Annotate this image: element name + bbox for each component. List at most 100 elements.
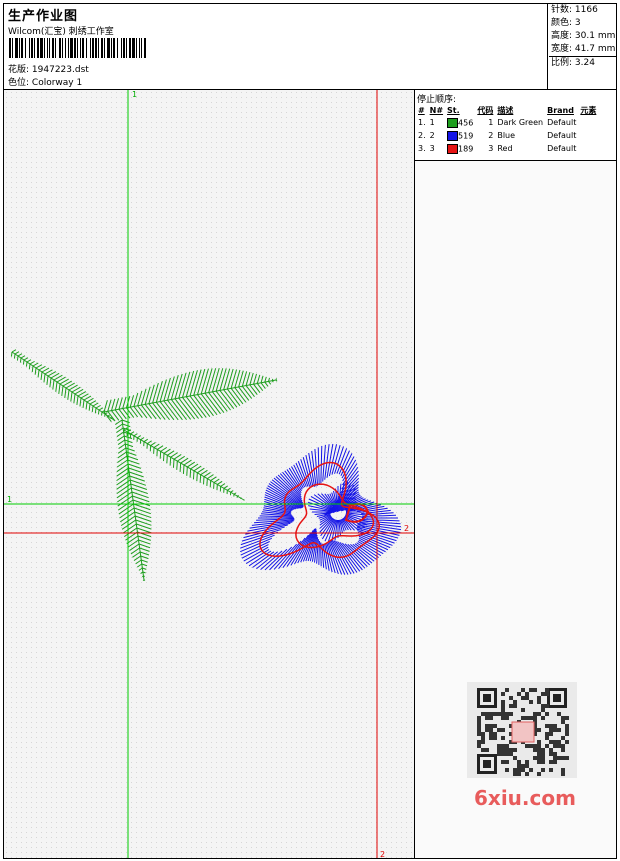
- color-swatch: [447, 117, 459, 128]
- leaf-stitch: [20, 355, 26, 359]
- qr-module: [513, 704, 517, 708]
- petal-stitch: [361, 518, 400, 522]
- qr-module: [541, 748, 545, 752]
- leaf-stitch: [79, 397, 82, 407]
- qr-module: [525, 696, 529, 700]
- leaf-stitch: [264, 376, 267, 383]
- leaf-stitch: [153, 443, 160, 448]
- leaf-stitch: [83, 395, 92, 401]
- qr-module: [525, 772, 529, 776]
- petal-stitch: [273, 477, 304, 504]
- stat-width: 宽度: 41.7 mm: [549, 43, 616, 57]
- leaf-stitch: [126, 455, 139, 461]
- qr-module: [505, 688, 509, 692]
- qr-module: [537, 772, 541, 776]
- leaf-stitch: [107, 414, 110, 417]
- leaf-stitch: [118, 443, 126, 450]
- leaf-stitch: [64, 387, 67, 399]
- qr-module: [493, 736, 497, 740]
- leaf-stitch: [190, 463, 199, 470]
- leaf-stitch: [86, 397, 94, 403]
- leaf-stitch: [114, 409, 123, 420]
- barcode-bar: [126, 38, 127, 58]
- barcode-bar: [70, 38, 73, 58]
- qr-module: [541, 708, 545, 712]
- leaf-stitch: [137, 435, 142, 439]
- leaf-stitch: [31, 365, 34, 373]
- qr-module: [509, 712, 513, 716]
- leaf-stitch: [245, 372, 251, 386]
- leaf-stitch: [116, 431, 124, 438]
- qr-module: [549, 752, 553, 756]
- leaf-stitch: [88, 403, 91, 411]
- barcode-bar: [47, 38, 48, 58]
- leaf-stitch: [121, 419, 130, 424]
- leaf-stitch: [142, 579, 145, 582]
- qr-module: [493, 732, 497, 736]
- qr-module: [485, 712, 489, 716]
- leaf-stitch: [271, 378, 274, 381]
- qr-module: [497, 748, 501, 752]
- barcode-icon: [9, 38, 146, 58]
- leaf-stitch: [173, 454, 182, 460]
- col-stitches: St.: [447, 105, 460, 115]
- company-name: Wilcom(汇宝) 刺绣工作室: [8, 27, 114, 37]
- leaf-stitch: [174, 373, 183, 399]
- row-code: 1: [488, 118, 494, 127]
- leaf-stitch: [140, 555, 149, 560]
- qr-module: [485, 716, 489, 720]
- leaf-stitch: [249, 372, 254, 386]
- leaf-stitch: [47, 371, 57, 377]
- col-brand: Brand: [547, 105, 574, 115]
- qr-module: [537, 756, 541, 760]
- leaf-stitch: [183, 459, 192, 466]
- leaf-stitch: [118, 397, 123, 410]
- petal-stitch: [241, 544, 269, 559]
- design-canvas: 1 1 2 2: [4, 90, 415, 858]
- qr-module: [549, 732, 553, 736]
- red-marker-right: 2: [404, 524, 410, 533]
- leaf-stitch: [125, 443, 134, 448]
- leaf-stitch: [182, 397, 199, 419]
- qr-module: [521, 764, 525, 768]
- leaf-stitch: [110, 398, 116, 411]
- row-st: 189: [458, 144, 474, 153]
- leaf-stitch: [147, 440, 152, 445]
- leaf-stitch: [116, 487, 132, 499]
- leaf-stitch: [73, 393, 76, 404]
- qr-module: [501, 704, 505, 708]
- row-brand: Default: [547, 118, 577, 127]
- barcode-bar: [123, 38, 125, 58]
- leaf-stitch: [136, 563, 143, 568]
- barcode-bar: [136, 38, 137, 58]
- leaf-stitch: [167, 376, 175, 401]
- qr-module: [549, 768, 553, 772]
- qr-module: [561, 720, 565, 724]
- barcode-bar: [21, 38, 23, 58]
- qr-module: [521, 716, 525, 720]
- qr-module: [557, 756, 561, 760]
- qr-module: [557, 728, 561, 732]
- leaf-stitch: [204, 392, 221, 415]
- table-row: 3. 3 189 3 Red Default: [416, 142, 598, 155]
- barcode-bar: [139, 38, 140, 58]
- qr-module: [557, 740, 561, 744]
- qr-module: [541, 768, 545, 772]
- leaf-stitch: [123, 527, 138, 538]
- leaf-stitch: [211, 368, 220, 392]
- qr-module: [489, 736, 493, 740]
- stat-value: 30.1 mm: [574, 31, 616, 41]
- leaf-stitch: [41, 367, 50, 373]
- leaf-stitch: [179, 463, 182, 472]
- leaf-stitch: [116, 471, 130, 482]
- watermark-text: 6xiu.com: [474, 786, 576, 810]
- leaf-stitch: [98, 407, 104, 411]
- qr-module: [565, 740, 569, 744]
- qr-module: [497, 744, 501, 748]
- leaf-stitch: [189, 468, 192, 478]
- stat-value: 3: [574, 18, 581, 28]
- leaf-stitch: [182, 371, 191, 398]
- leaf-stitch: [200, 469, 208, 476]
- stop-sequence-table: # N# St. 代码 描述 Brand 元素 1. 1 456 1 Dark …: [416, 104, 598, 155]
- barcode-bar: [68, 38, 69, 58]
